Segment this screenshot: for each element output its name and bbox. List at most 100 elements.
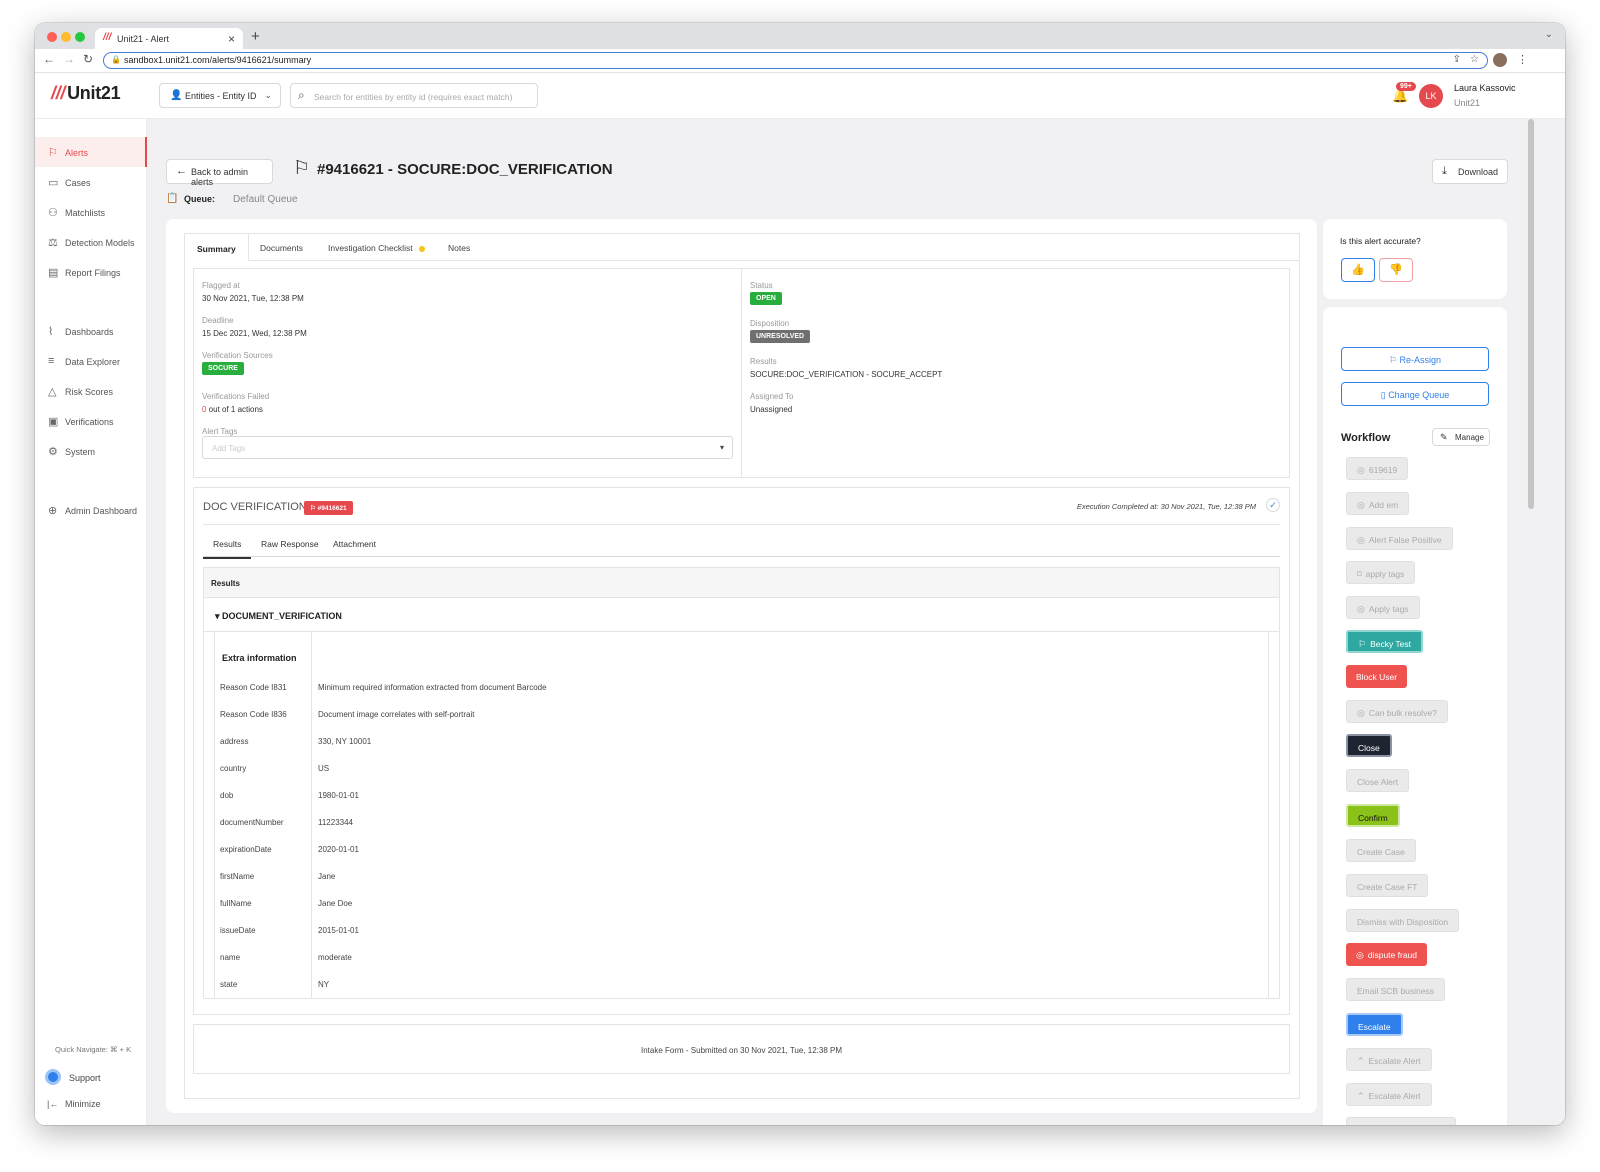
bookmark-star-icon[interactable]: ☆ [1470, 54, 1479, 65]
reload-icon[interactable]: ↻ [83, 52, 93, 66]
verifications-failed-label: Verifications Failed [202, 392, 270, 401]
address-bar[interactable]: 🔒 sandbox1.unit21.com/alerts/9416621/sum… [103, 52, 1488, 69]
pending-dot-icon [418, 245, 425, 252]
share-icon[interactable]: ⇪ [1453, 54, 1461, 65]
close-window-icon[interactable] [47, 32, 57, 42]
row-value: NY [318, 980, 330, 989]
profile-avatar-icon[interactable] [1493, 53, 1507, 67]
minimize-sidebar-button[interactable]: |← Minimize [47, 1099, 101, 1109]
sidebar-item-admin-dashboard[interactable]: ⊕ Admin Dashboard [35, 495, 147, 525]
sidebar-item-dashboards[interactable]: ⌇ Dashboards [35, 316, 147, 346]
change-queue-button[interactable]: ▯ Change Queue [1341, 382, 1489, 406]
document-verification-section-toggle[interactable]: ▾ DOCUMENT_VERIFICATION [204, 598, 1279, 632]
browser-tab[interactable]: /// Unit21 - Alert × [95, 28, 243, 49]
manage-workflow-button[interactable]: ✎ Manage [1432, 428, 1490, 446]
workflow-action-email-scb-business[interactable]: Email SCB business [1346, 978, 1446, 1001]
sidebar-item-system[interactable]: ⚙ System [35, 436, 147, 466]
workflow-action-dispute-fraud[interactable]: ◎ dispute fraud [1346, 943, 1428, 966]
workflow-action-confirm[interactable]: Confirm [1346, 804, 1400, 827]
thumbs-up-icon[interactable]: 👍 [1341, 258, 1375, 282]
sidebar-item-detection-models[interactable]: ⚖ Detection Models [35, 227, 147, 257]
workflow-action-apply-tags[interactable]: ◎ Apply tags [1346, 596, 1420, 619]
thumbs-down-icon[interactable]: 👎 [1379, 258, 1413, 282]
alert-tags-select[interactable]: Add Tags ▾ [202, 436, 733, 459]
row-value: US [318, 764, 330, 773]
gear-icon: ⚙ [48, 446, 58, 458]
alert-id-badge[interactable]: ⚐ #9416621 [304, 501, 353, 515]
forward-arrow-icon[interactable]: → [63, 52, 75, 66]
row-key: name [220, 953, 241, 962]
workflow-action-becky-test[interactable]: ⚐ Becky Test [1346, 630, 1424, 653]
workflow-action-619619[interactable]: ◎ 619619 [1346, 457, 1409, 480]
tab-notes[interactable]: Notes [436, 233, 482, 261]
workflow-action-create-case[interactable]: Create Case [1346, 839, 1416, 862]
sidebar-item-cases[interactable]: ▭ Cases [35, 167, 147, 197]
support-label: Support [69, 1073, 101, 1083]
escalate-icon: ⌃ [1357, 1056, 1365, 1066]
workflow-action-add-em[interactable]: ◎ Add em [1346, 492, 1410, 515]
intake-form-footer[interactable]: Intake Form - Submitted on 30 Nov 2021, … [193, 1024, 1290, 1074]
workflow-action-escalate-alert-2[interactable]: ⌃ Escalate Alert [1346, 1083, 1432, 1106]
sidebar-item-verifications[interactable]: ▣ Verifications [35, 406, 147, 436]
user-avatar[interactable]: LK [1419, 84, 1443, 108]
browser-toolbar: ← → ↻ 🔒 sandbox1.unit21.com/alerts/94166… [35, 49, 1565, 73]
row-value: moderate [318, 953, 352, 962]
page-scrollbar[interactable] [1528, 119, 1534, 509]
entity-search-input[interactable]: ⌕ Search for entities by entity id (requ… [290, 83, 538, 108]
support-button[interactable]: Support [45, 1069, 101, 1089]
url-text: sandbox1.unit21.com/alerts/9416621/summa… [124, 55, 312, 65]
tab-investigation-checklist[interactable]: Investigation Checklist [316, 233, 437, 261]
workflow-action-create-case-ft[interactable]: Create Case FT [1346, 874, 1429, 897]
workflow-action-escalate-alert[interactable]: ⌃ Escalate Alert [1346, 1048, 1432, 1071]
workflow-action-alert-false-positive[interactable]: ◎ Alert False Positive [1346, 527, 1453, 550]
sidebar-item-label: Data Explorer [65, 357, 121, 367]
quick-navigate-hint: Quick Navigate: ⌘ + K [55, 1045, 132, 1054]
subtab-raw-response[interactable]: Raw Response [261, 539, 319, 557]
results-value: SOCURE:DOC_VERIFICATION - SOCURE_ACCEPT [750, 370, 943, 379]
lock-icon[interactable]: 🔒 [111, 55, 121, 64]
workflow-action-block-user[interactable]: Block User [1346, 665, 1408, 688]
workflow-action-dismiss-with-disposition[interactable]: Dismiss with Disposition [1346, 909, 1460, 932]
sidebar-item-label: Risk Scores [65, 387, 114, 397]
minimize-window-icon[interactable] [61, 32, 71, 42]
page-title: #9416621 - SOCURE:DOC_VERIFICATION [317, 161, 613, 178]
sidebar-item-label: Detection Models [65, 238, 135, 248]
workflow-action-can-bulk-resolve[interactable]: ◎ Can bulk resolve? [1346, 700, 1448, 723]
maximize-window-icon[interactable] [75, 32, 85, 42]
warning-icon: △ [48, 386, 57, 398]
workflow-action-close-alert[interactable]: Close Alert [1346, 769, 1410, 792]
row-key: Reason Code I831 [220, 683, 287, 692]
flag-icon: ⚐ [1388, 355, 1400, 365]
user-org: Unit21 [1454, 98, 1481, 108]
sidebar-item-matchlists[interactable]: ⚇ Matchlists [35, 197, 147, 227]
back-arrow-icon[interactable]: ← [43, 52, 55, 66]
flag-icon: ⚐ [310, 505, 318, 512]
workflow-action-partial[interactable] [1346, 1117, 1456, 1125]
new-tab-icon[interactable]: + [251, 28, 260, 45]
tab-documents[interactable]: Documents [248, 233, 315, 261]
row-key: country [220, 764, 247, 773]
sidebar-item-alerts[interactable]: ⚐ Alerts [35, 137, 147, 167]
workflow-action-escalate[interactable]: Escalate [1346, 1013, 1403, 1036]
tab-search-chevron-icon[interactable]: ⌄ [1545, 29, 1553, 40]
unit21-logo[interactable]: ///Unit21 [51, 83, 121, 104]
sidebar-item-data-explorer[interactable]: ≡ Data Explorer [35, 346, 147, 376]
sidebar-item-risk-scores[interactable]: △ Risk Scores [35, 376, 147, 406]
row-key: expirationDate [220, 845, 272, 854]
flag-icon: ⚐ [48, 147, 58, 159]
sidebar-item-report-filings[interactable]: ▤ Report Filings [35, 257, 147, 287]
close-tab-icon[interactable]: × [228, 32, 235, 46]
workflow-action-close[interactable]: Close [1346, 734, 1392, 757]
alert-tags-label: Alert Tags [202, 427, 238, 436]
download-button[interactable]: ⤓ Download [1432, 159, 1508, 184]
back-to-admin-alerts-button[interactable]: ← Back to admin alerts [166, 159, 273, 187]
reassign-button[interactable]: ⚐ Re-Assign [1341, 347, 1489, 371]
workflow-panel: ⚐ Re-Assign ▯ Change Queue Workflow ✎ Man… [1323, 307, 1507, 1125]
queue-value[interactable]: Default Queue [233, 194, 298, 205]
subtab-attachment[interactable]: Attachment [333, 539, 376, 557]
workflow-action-apply-tags-lower[interactable]: ⌑ apply tags [1346, 561, 1416, 584]
entity-type-select[interactable]: 👤 Entities - Entity ID ⌄ [159, 83, 281, 108]
tab-summary[interactable]: Summary [184, 233, 249, 261]
user-name[interactable]: Laura Kassovic [1454, 83, 1516, 93]
browser-menu-icon[interactable]: ⋮ [1517, 53, 1528, 66]
